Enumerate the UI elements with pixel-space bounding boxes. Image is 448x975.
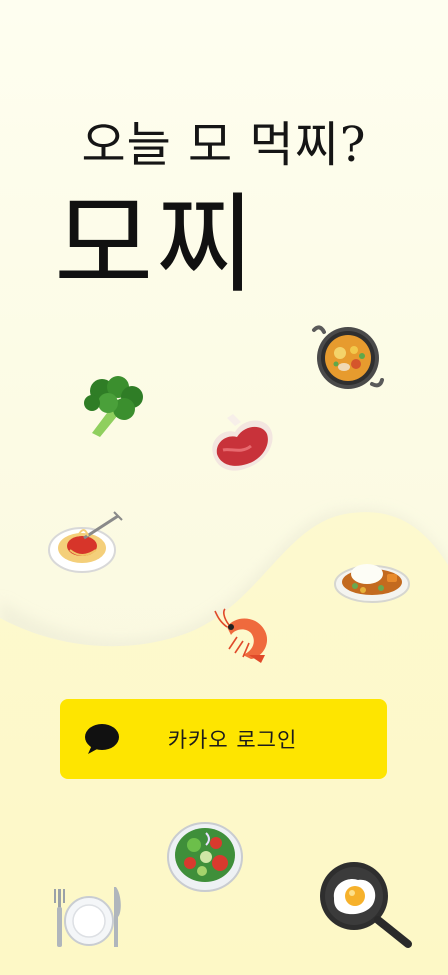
spaghetti-icon bbox=[48, 508, 124, 576]
salad-icon bbox=[166, 817, 244, 893]
app-logo-text: 모찌 bbox=[54, 183, 257, 308]
tagline: 오늘 모 먹찌? bbox=[81, 117, 367, 173]
login-screen: 오늘 모 먹찌? 모찌 카카오 로그인 bbox=[0, 0, 448, 975]
kakao-login-label: 카카오 로그인 bbox=[167, 728, 298, 752]
broccoli-icon bbox=[80, 375, 146, 439]
kakao-login-button[interactable]: 카카오 로그인 bbox=[60, 699, 387, 779]
shrimp-icon bbox=[213, 607, 275, 665]
fork-knife-plate-icon bbox=[54, 885, 124, 951]
fried-egg-pan-icon bbox=[318, 858, 414, 954]
curry-rice-icon bbox=[333, 552, 411, 606]
paella-pan-icon bbox=[310, 320, 386, 392]
steak-icon bbox=[205, 410, 277, 480]
